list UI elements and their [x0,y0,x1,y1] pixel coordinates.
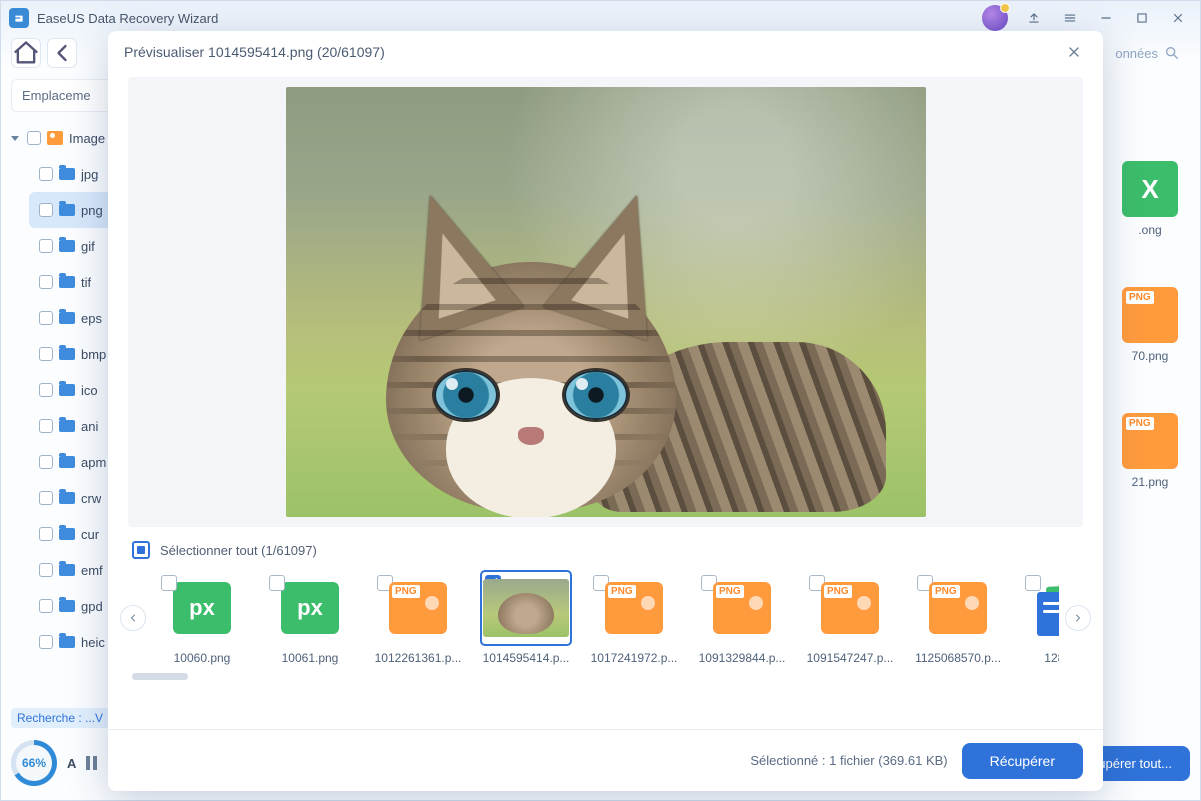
thumbnail-filename: 1012261361.p... [375,651,462,665]
thumbnail-filename: 1017241972.p... [591,651,678,665]
select-all-label: Sélectionner tout (1/61097) [160,543,317,558]
preview-area [128,77,1083,527]
recover-label: Récupérer [990,753,1055,769]
thumbnail-filename: 10060.png [174,651,231,665]
px-icon: px [173,582,231,634]
strip-next-button[interactable] [1065,605,1091,631]
thumbnail-checkbox[interactable] [269,575,285,591]
thumbnail-card[interactable]: 1091329844.p... [694,571,790,665]
docs-icon [1037,580,1059,636]
thumbnail-filename: 1125068570.p... [915,651,1001,665]
png-icon [713,582,771,634]
thumbnail-filename: 1014595414.p... [483,651,570,665]
thumbnail[interactable] [589,571,679,645]
thumbnail-card[interactable]: 1091547247.p... [802,571,898,665]
thumbnail[interactable]: px [157,571,247,645]
dialog-footer: Sélectionné : 1 fichier (369.61 KB) Récu… [108,729,1103,791]
thumbnail-checkbox[interactable] [161,575,177,591]
thumbnail-filename: 128.png [1044,651,1059,665]
thumbnail-card[interactable]: 1012261361.p... [370,571,466,665]
thumbnail[interactable] [373,571,463,645]
photo-thumb [483,579,569,637]
thumbnail[interactable] [913,571,1003,645]
progress-percent: 66% [22,756,46,770]
dialog-title: Prévisualiser 1014595414.png (20/61097) [124,44,385,60]
png-icon [605,582,663,634]
thumbnail-strip: px 10060.png px 10061.png 1012261361.p... 101… [152,567,1059,669]
select-all-checkbox[interactable] [132,541,150,559]
thumbnail-filename: 1091329844.p... [699,651,786,665]
thumbnail-card[interactable]: 1017241972.p... [586,571,682,665]
png-icon [821,582,879,634]
png-icon [929,582,987,634]
thumbnail-card[interactable]: px 10061.png [262,571,358,665]
thumbnail[interactable] [481,571,571,645]
selection-status: Sélectionné : 1 fichier (369.61 KB) [750,753,947,768]
thumbnail[interactable] [1021,571,1059,645]
strip-scroll-handle[interactable] [132,673,188,680]
thumbnail-card[interactable]: px 10060.png [154,571,250,665]
px-icon: px [281,582,339,634]
recover-button[interactable]: Récupérer [962,743,1083,779]
preview-image [286,87,926,517]
thumbnail-filename: 1091547247.p... [807,651,894,665]
strip-scrollbar[interactable] [132,673,1079,681]
thumbnail-filename: 10061.png [282,651,339,665]
filmstrip: px 10060.png px 10061.png 1012261361.p... 101… [108,567,1103,669]
dialog-header: Prévisualiser 1014595414.png (20/61097) [108,31,1103,73]
thumbnail-card[interactable]: 1125068570.p... [910,571,1006,665]
thumbnail[interactable] [805,571,895,645]
preview-dialog: Prévisualiser 1014595414.png (20/61097) [108,31,1103,791]
dialog-close-button[interactable] [1061,39,1087,65]
thumbnail-card[interactable]: 128.png [1018,571,1059,665]
png-icon [389,582,447,634]
thumbnail-card[interactable]: 1014595414.p... [478,571,574,665]
select-all-row: Sélectionner tout (1/61097) [108,537,1103,567]
thumbnail[interactable] [697,571,787,645]
app-window: EaseUS Data Recovery Wizard onnées [0,0,1201,801]
strip-prev-button[interactable] [120,605,146,631]
thumbnail[interactable]: px [265,571,355,645]
